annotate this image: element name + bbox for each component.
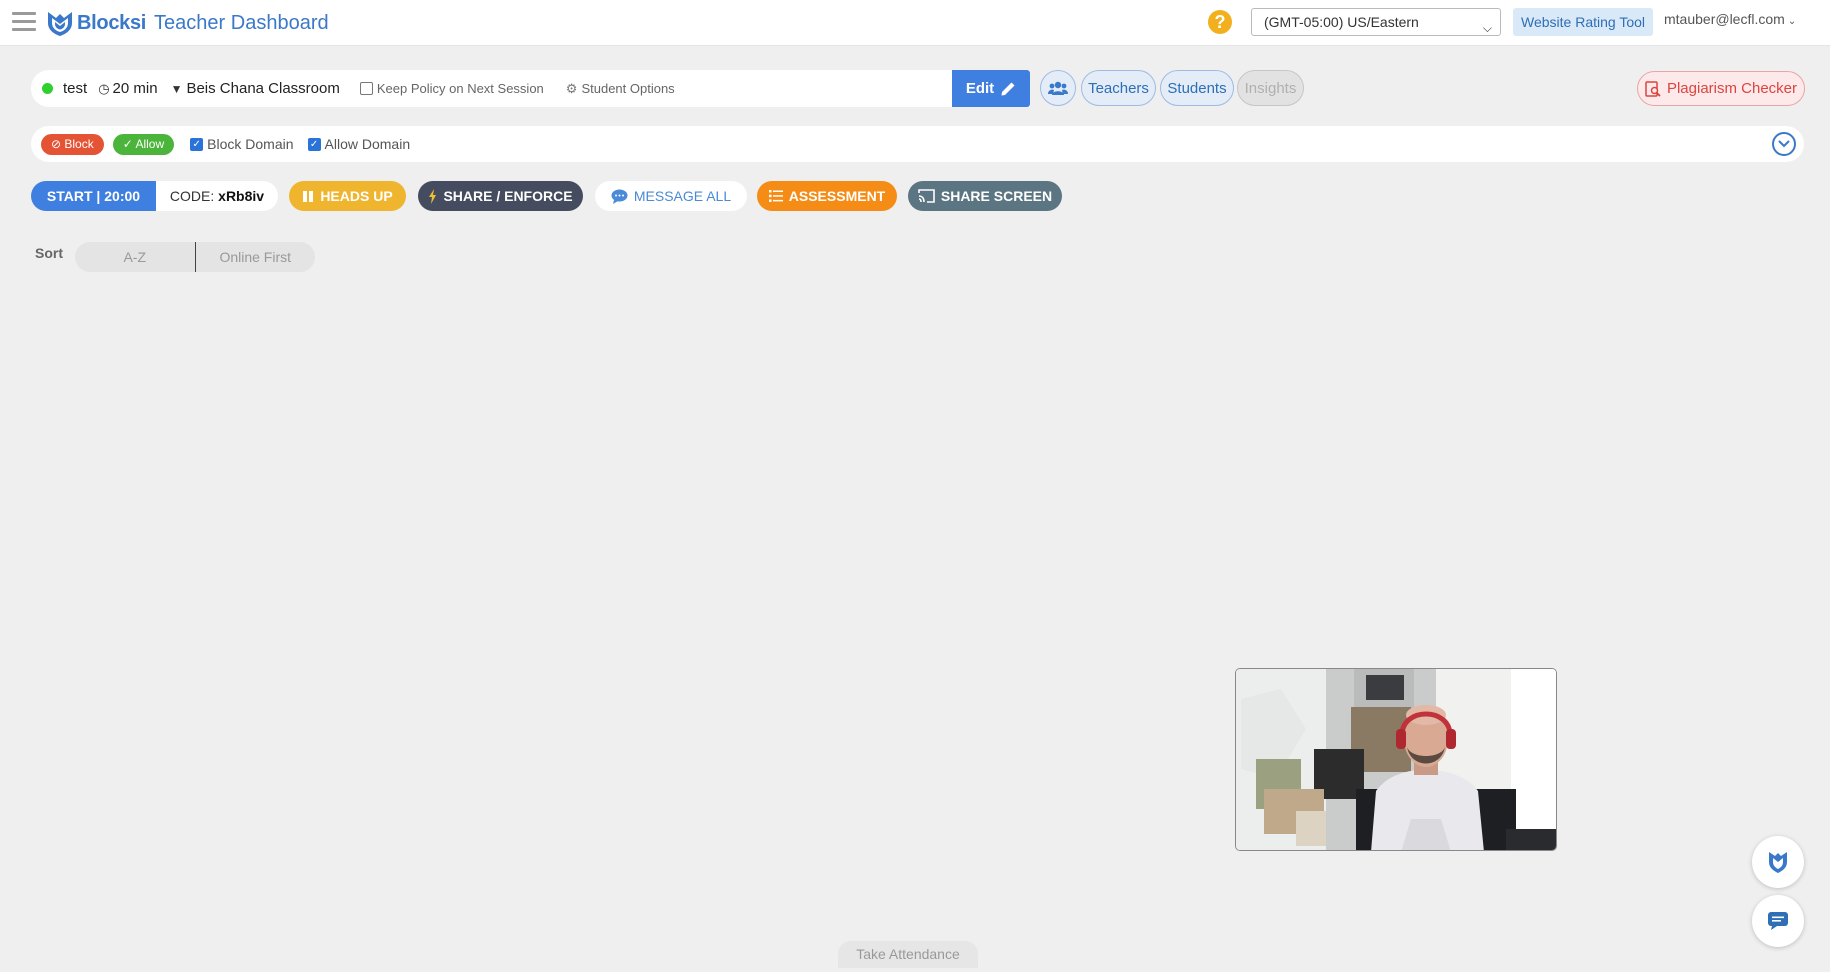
blocksi-logo-icon [48, 12, 72, 36]
domain-policy-bar: ⊘ Block ✓ Allow ✓ Block Domain ✓ Allow D… [31, 126, 1804, 162]
cast-icon [918, 189, 935, 203]
blocksi-assistant-button[interactable] [1752, 836, 1804, 888]
document-search-icon [1645, 80, 1661, 97]
heads-up-label: HEADS UP [320, 188, 393, 204]
assessment-label: ASSESSMENT [788, 188, 886, 204]
session-name: test [63, 80, 88, 97]
student-options-label: Student Options [581, 81, 675, 96]
menu-icon[interactable] [12, 12, 36, 32]
pause-icon [302, 190, 314, 203]
bolt-icon [428, 188, 437, 204]
plagiarism-checker-button[interactable]: Plagiarism Checker [1637, 71, 1805, 106]
teachers-tab[interactable]: Teachers [1081, 70, 1156, 106]
users-group-icon [1048, 81, 1068, 95]
student-options-link[interactable]: ⚙ Student Options [566, 81, 675, 97]
user-menu[interactable]: mtauber@lecfl.com ⌄ [1664, 11, 1796, 27]
app-logo[interactable]: Blocksi Teacher Dashboard [47, 8, 329, 38]
start-session-button[interactable]: START | 20:00 [31, 181, 156, 211]
allow-domain-label: Allow Domain [324, 136, 411, 152]
session-classroom: Beis Chana Classroom [186, 80, 340, 97]
user-email: mtauber@lecfl.com [1664, 11, 1785, 27]
code-label: CODE: [169, 188, 215, 204]
timezone-value: (GMT-05:00) US/Eastern [1264, 14, 1419, 30]
checkbox-checked[interactable]: ✓ [190, 137, 204, 151]
timezone-select[interactable]: (GMT-05:00) US/Eastern ⌵ [1251, 8, 1501, 36]
share-screen-button[interactable]: SHARE SCREEN [908, 181, 1062, 211]
start-code-group: START | 20:00 CODE: xRb8iv [31, 181, 278, 211]
code-value: xRb8iv [218, 188, 265, 204]
allow-tag[interactable]: ✓ Allow [112, 133, 175, 155]
share-screen-label: SHARE SCREEN [940, 188, 1053, 204]
session-code: CODE: xRb8iv [156, 181, 278, 211]
students-tab[interactable]: Students [1160, 70, 1234, 106]
checkbox-checked[interactable]: ✓ [307, 137, 321, 151]
groups-button[interactable] [1040, 70, 1076, 106]
take-attendance-button[interactable]: Take Attendance [838, 941, 978, 968]
top-bar: Blocksi Teacher Dashboard ? (GMT-05:00) … [0, 0, 1830, 46]
app-title: Teacher Dashboard [154, 11, 329, 34]
message-all-label: MESSAGE ALL [633, 188, 732, 204]
edit-session-button[interactable]: Edit [952, 70, 1030, 107]
keep-policy-label: Keep Policy on Next Session [376, 81, 544, 96]
share-enforce-button[interactable]: SHARE / ENFORCE [418, 181, 583, 211]
pencil-icon [1001, 82, 1015, 95]
sort-online-first-button[interactable]: Online First [196, 242, 316, 272]
chevron-down-icon: ⌵ [1482, 21, 1492, 35]
filter-icon: ▼ [170, 81, 183, 96]
chevron-down-icon: ⌄ [1787, 16, 1797, 27]
block-domain-checkbox[interactable]: ✓ Block Domain [190, 136, 294, 152]
sort-a-z-button[interactable]: A-Z [75, 242, 196, 272]
heads-up-button[interactable]: HEADS UP [289, 181, 406, 211]
chat-bubble-icon [611, 189, 628, 204]
sort-toggle: A-Z Online First [75, 242, 315, 272]
plagiarism-label: Plagiarism Checker [1666, 80, 1798, 97]
expand-chevron-icon[interactable] [1772, 132, 1796, 156]
allow-domain-checkbox[interactable]: ✓ Allow Domain [307, 136, 411, 152]
keep-policy-checkbox[interactable]: Keep Policy on Next Session [359, 81, 544, 96]
list-icon [768, 190, 783, 202]
help-icon[interactable]: ? [1208, 10, 1232, 34]
insights-tab[interactable]: Insights [1237, 70, 1304, 106]
session-bar: test ◷ 20 min ▼ Beis Chana Classroom Kee… [31, 70, 1030, 107]
block-tag[interactable]: ⊘ Block [41, 133, 104, 155]
message-all-button[interactable]: MESSAGE ALL [595, 181, 747, 211]
webcam-feed-image [1236, 669, 1556, 850]
checkbox[interactable] [359, 82, 373, 95]
session-duration: 20 min [112, 80, 158, 97]
clock-icon: ◷ [98, 80, 110, 96]
assessment-button[interactable]: ASSESSMENT [757, 181, 897, 211]
brand-name: Blocksi [77, 11, 147, 34]
website-rating-tool-button[interactable]: Website Rating Tool [1513, 8, 1653, 36]
block-tag-label: Block [64, 136, 94, 151]
chat-button[interactable] [1752, 895, 1804, 947]
blocksi-shield-icon [1769, 852, 1787, 873]
webcam-preview[interactable] [1235, 668, 1557, 851]
edit-label: Edit [965, 80, 995, 97]
session-status-dot [42, 83, 53, 94]
gear-icon: ⚙ [565, 80, 578, 96]
sort-label: Sort [35, 245, 63, 261]
chat-icon [1768, 912, 1788, 930]
share-enforce-label: SHARE / ENFORCE [443, 188, 573, 204]
block-domain-label: Block Domain [207, 136, 294, 152]
allow-tag-label: Allow [135, 136, 165, 151]
